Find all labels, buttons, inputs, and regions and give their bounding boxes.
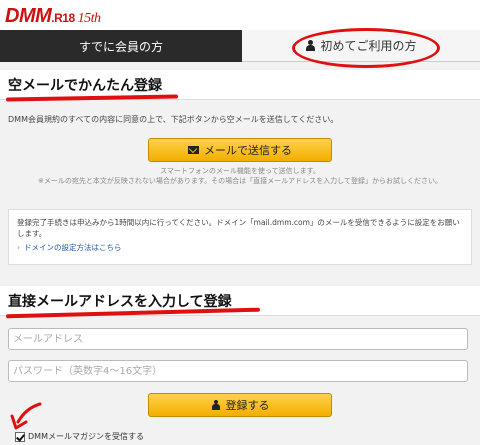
- mail-note-line1: スマートフォンのメール機能を使って送信します。: [160, 167, 320, 175]
- tab-existing-member-label: すでに会員の方: [78, 39, 164, 54]
- user-icon: [305, 40, 316, 51]
- terms-agree-text: DMM会員規約のすべての内容に同意の上で、下記ボタンから空メールを送信してくださ…: [8, 115, 339, 124]
- logo-anniversary: 15th: [77, 11, 101, 26]
- signup-page: DMM.R18 15th すでに会員の方 初めてご利用の方 空メールでかんたん登録…: [0, 0, 480, 445]
- register-button-label: 登録する: [225, 399, 270, 412]
- mail-note-line2: ※メールの宛先と本文が反映されない場合があります。その場合は「直接メールアドレス…: [38, 177, 442, 185]
- newsletter-checkbox[interactable]: [15, 431, 25, 442]
- newsletter-option[interactable]: DMMメールマガジンを受信する: [15, 431, 144, 442]
- header: DMM.R18 15th: [0, 0, 480, 30]
- dmm-logo[interactable]: DMM.R18 15th: [5, 5, 101, 28]
- newsletter-label: DMMメールマガジンを受信する: [28, 432, 144, 441]
- domain-info-box: 登録完了手続きは申込みから1時間以内に行ってください。ドメイン「mail.dmm…: [8, 209, 472, 265]
- envelope-icon: [188, 146, 199, 154]
- tab-existing-member[interactable]: すでに会員の方: [0, 30, 242, 62]
- logo-suffix: .R18: [51, 11, 75, 25]
- logo-text: DMM: [5, 5, 52, 27]
- red-arrow-annotation: [10, 402, 42, 430]
- send-mail-button[interactable]: メールで送信する: [148, 138, 332, 162]
- domain-settings-link[interactable]: ドメインの設定方法はこちら: [17, 242, 463, 253]
- register-button[interactable]: 登録する: [148, 393, 332, 417]
- tab-bar: すでに会員の方 初めてご利用の方: [0, 30, 480, 62]
- email-field[interactable]: [8, 328, 468, 350]
- mail-note: スマートフォンのメール機能を使って送信します。 ※メールの宛先と本文が反映されな…: [20, 166, 460, 186]
- password-field[interactable]: [8, 360, 468, 382]
- direct-signup-title: 直接メールアドレスを入力して登録: [8, 293, 232, 310]
- send-mail-button-label: メールで送信する: [204, 144, 292, 157]
- tab-first-time[interactable]: 初めてご利用の方: [242, 30, 480, 62]
- tab-first-time-label: 初めてご利用の方: [320, 39, 417, 53]
- domain-info-text: 登録完了手続きは申込みから1時間以内に行ってください。ドメイン「mail.dmm…: [17, 218, 460, 238]
- user-icon: [211, 400, 221, 410]
- quick-signup-title: 空メールでかんたん登録: [8, 77, 162, 94]
